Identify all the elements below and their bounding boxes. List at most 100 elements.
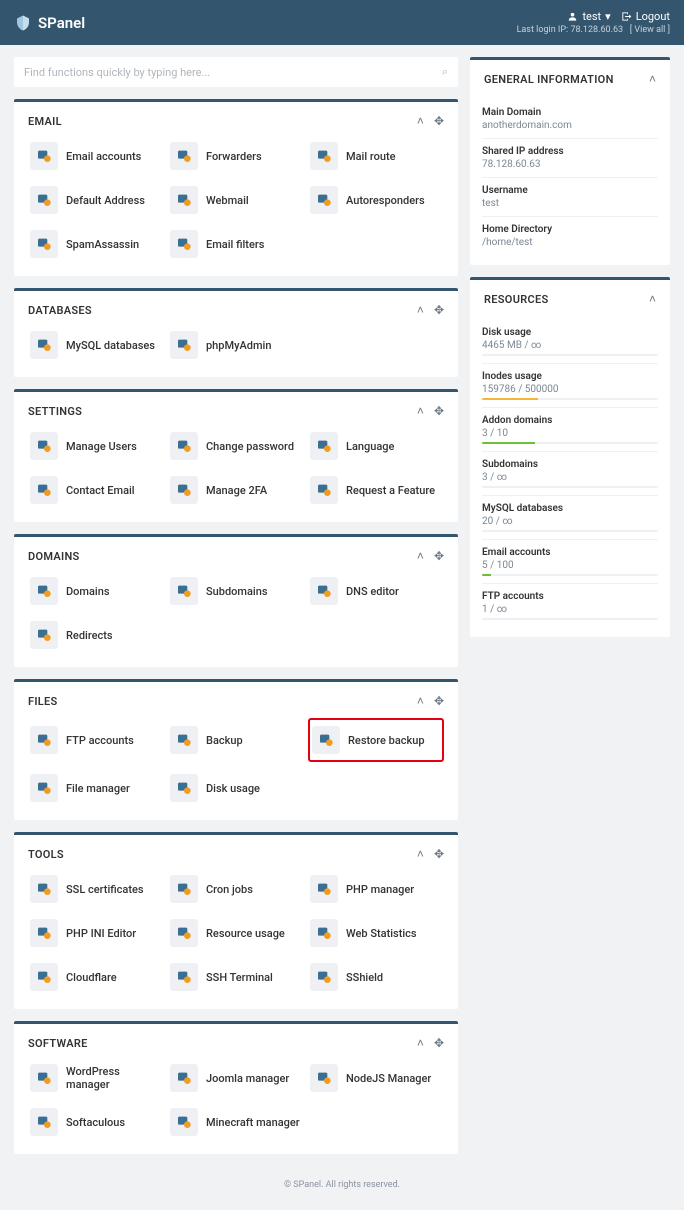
logout-button[interactable]: Logout [621, 10, 670, 23]
item-label: Manage 2FA [206, 484, 267, 497]
feature-icon [310, 577, 338, 605]
files-item-backup[interactable]: Backup [168, 718, 304, 762]
email-item-mail-route[interactable]: Mail route [308, 138, 444, 174]
settings-item-manage-2fa[interactable]: Manage 2FA [168, 472, 304, 508]
chevron-down-icon: ▾ [605, 10, 611, 23]
tools-item-cron-jobs[interactable]: Cron jobs [168, 871, 304, 907]
settings-item-language[interactable]: Language [308, 428, 444, 464]
feature-icon [170, 230, 198, 258]
drag-icon[interactable]: ✥ [434, 114, 444, 128]
collapse-icon[interactable]: ˄ [649, 72, 656, 86]
general-info-panel: GENERAL INFORMATION ˄ Main Domainanother… [470, 57, 670, 265]
software-item-nodejs-manager[interactable]: NodeJS Manager [308, 1060, 444, 1096]
item-label: DNS editor [346, 585, 399, 598]
brand[interactable]: SPanel [14, 14, 85, 32]
email-item-autoresponders[interactable]: Autoresponders [308, 182, 444, 218]
item-label: Request a Feature [346, 484, 435, 497]
feature-icon [30, 186, 58, 214]
tools-item-php-manager[interactable]: PHP manager [308, 871, 444, 907]
collapse-icon[interactable]: ˄ [417, 303, 424, 317]
panel-title: DATABASES [28, 304, 92, 317]
resource-label: Inodes usage [482, 371, 658, 382]
header: SPanel test ▾ Logout Last login IP: 78.1… [0, 0, 684, 45]
collapse-icon[interactable]: ˄ [649, 292, 656, 306]
item-label: SSL certificates [66, 883, 144, 896]
files-item-disk-usage[interactable]: Disk usage [168, 770, 304, 806]
settings-item-change-password[interactable]: Change password [168, 428, 304, 464]
resource-value: 4465 MB / ∞ [482, 340, 658, 351]
item-label: SShield [346, 971, 383, 984]
item-label: Contact Email [66, 484, 135, 497]
resource-value: 3 / ∞ [482, 472, 658, 483]
software-item-wordpress-manager[interactable]: WordPress manager [28, 1060, 164, 1096]
email-item-email-accounts[interactable]: Email accounts [28, 138, 164, 174]
feature-icon [312, 726, 340, 754]
databases-item-mysql-databases[interactable]: MySQL databases [28, 327, 164, 363]
panel-settings: SETTINGS˄✥Manage UsersChange passwordLan… [14, 389, 458, 522]
resource-label: FTP accounts [482, 591, 658, 602]
files-item-file-manager[interactable]: File manager [28, 770, 164, 806]
tools-item-web-statistics[interactable]: Web Statistics [308, 915, 444, 951]
collapse-icon[interactable]: ˄ [417, 114, 424, 128]
resource-row: FTP accounts1 / ∞ [482, 584, 658, 627]
collapse-icon[interactable]: ˄ [417, 847, 424, 861]
tools-item-cloudflare[interactable]: Cloudflare [28, 959, 164, 995]
email-item-default-address[interactable]: Default Address [28, 182, 164, 218]
email-item-spamassassin[interactable]: SpamAssassin [28, 226, 164, 262]
panel-databases: DATABASES ˄ ✥ MySQL databasesphpMyAdmin [14, 288, 458, 377]
tools-item-sshield[interactable]: SShield [308, 959, 444, 995]
feature-icon [170, 432, 198, 460]
domains-item-redirects[interactable]: Redirects [28, 617, 164, 653]
item-label: WordPress manager [66, 1065, 162, 1091]
feature-icon [170, 331, 198, 359]
feature-icon [30, 875, 58, 903]
panel-tools: TOOLS ˄ ✥ SSL certificates Cron jobsPHP mana… [14, 832, 458, 1009]
settings-item-contact-email[interactable]: Contact Email [28, 472, 164, 508]
resource-label: Addon domains [482, 415, 658, 426]
tools-item-resource-usage[interactable]: Resource usage [168, 915, 304, 951]
settings-item-request-a-feature[interactable]: Request a Feature [308, 472, 444, 508]
files-item-ftp-accounts[interactable]: FTP accounts [28, 718, 164, 762]
resources-panel: RESOURCES ˄ Disk usage4465 MB / ∞Inodes … [470, 277, 670, 637]
collapse-icon[interactable]: ˄ [417, 404, 424, 418]
resource-label: Email accounts [482, 547, 658, 558]
files-item-restore-backup[interactable]: Restore backup [308, 718, 444, 762]
domains-item-dns-editor[interactable]: DNS editor [308, 573, 444, 609]
collapse-icon[interactable]: ˄ [417, 1036, 424, 1050]
feature-icon [30, 577, 58, 605]
tools-item-ssh-terminal[interactable]: SSH Terminal [168, 959, 304, 995]
drag-icon[interactable]: ✥ [434, 404, 444, 418]
panel-title: TOOLS [28, 848, 64, 861]
item-label: Restore backup [348, 734, 425, 747]
feature-icon [30, 963, 58, 991]
item-label: Disk usage [206, 782, 260, 795]
drag-icon[interactable]: ✥ [434, 847, 444, 861]
user-dropdown[interactable]: test ▾ [567, 10, 610, 23]
tools-item-ssl-certificates[interactable]: SSL certificates [28, 871, 164, 907]
email-item-forwarders[interactable]: Forwarders [168, 138, 304, 174]
drag-icon[interactable]: ✥ [434, 1036, 444, 1050]
domains-item-domains[interactable]: Domains [28, 573, 164, 609]
search-box[interactable]: ⌕ [14, 57, 458, 87]
email-item-webmail[interactable]: Webmail [168, 182, 304, 218]
collapse-icon[interactable]: ˄ [417, 549, 424, 563]
settings-item-manage-users[interactable]: Manage Users [28, 428, 164, 464]
item-label: Redirects [66, 629, 113, 642]
software-item-minecraft-manager[interactable]: Minecraft manager [168, 1104, 304, 1140]
drag-icon[interactable]: ✥ [434, 694, 444, 708]
search-input[interactable] [24, 66, 442, 79]
domains-item-subdomains[interactable]: Subdomains [168, 573, 304, 609]
software-item-joomla-manager[interactable]: Joomla manager [168, 1060, 304, 1096]
collapse-icon[interactable]: ˄ [417, 694, 424, 708]
logout-icon [621, 11, 632, 22]
databases-item-phpmyadmin[interactable]: phpMyAdmin [168, 327, 304, 363]
resource-value: 5 / 100 [482, 560, 658, 571]
footer: © SPanel. All rights reserved. [0, 1166, 684, 1210]
software-item-softaculous[interactable]: Softaculous [28, 1104, 164, 1140]
email-item-email-filters[interactable]: Email filters [168, 226, 304, 262]
drag-icon[interactable]: ✥ [434, 303, 444, 317]
drag-icon[interactable]: ✥ [434, 549, 444, 563]
item-label: Minecraft manager [206, 1116, 300, 1129]
tools-item-php-ini-editor[interactable]: PHP INI Editor [28, 915, 164, 951]
view-all-link[interactable]: [ View all ] [630, 25, 670, 35]
